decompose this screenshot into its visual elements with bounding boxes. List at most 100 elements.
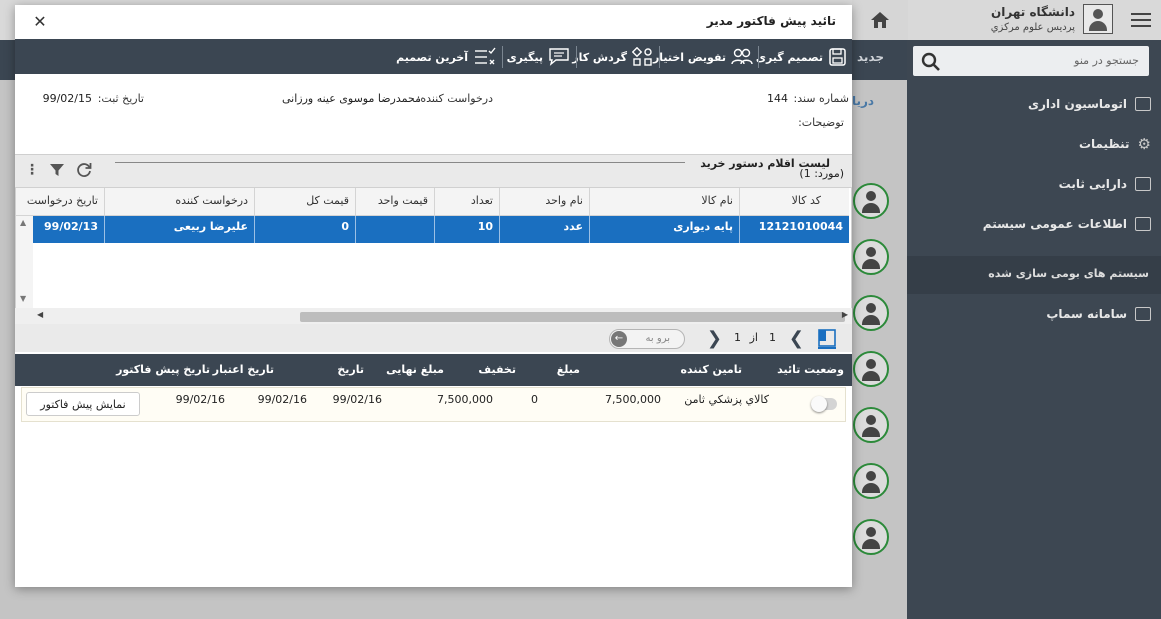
doc-number-label: شماره سند:: [793, 92, 849, 105]
grid-layout-icon[interactable]: [818, 329, 836, 349]
col-header-supplier[interactable]: تامین کننده: [680, 363, 742, 376]
avatar: [853, 183, 889, 219]
more-vertical-icon[interactable]: ⋮: [25, 162, 39, 178]
workflow-icon: [632, 47, 652, 66]
tab-new[interactable]: جدید: [857, 50, 884, 64]
col-header-date[interactable]: تاریخ: [337, 363, 364, 376]
scroll-right-icon[interactable]: ▶: [842, 310, 848, 319]
window-icon: [1135, 97, 1151, 111]
cell-date: 99/02/16: [332, 393, 382, 406]
col-header-invoice-date[interactable]: تاریخ پیش فاکتور: [116, 363, 210, 376]
table-row[interactable]: 12121010044 پایه دیواری عدد 10 0 علیرضا …: [33, 216, 849, 243]
title-divider: [115, 162, 685, 163]
col-header-total-price[interactable]: قیمت کل: [254, 188, 355, 216]
home-button[interactable]: [852, 0, 908, 40]
col-header-amount[interactable]: مبلغ: [557, 363, 580, 376]
dialog-toolbar: تصمیم گیری تفویض اختیار گردش کار پیگیری …: [15, 39, 852, 74]
checklist-icon: [475, 47, 496, 65]
sidebar-item-label: دارایی ثابت: [1058, 177, 1127, 191]
decision-label: تصمیم گیری: [755, 50, 823, 64]
window-icon: [1135, 177, 1151, 191]
sidebar-item-automation[interactable]: اتوماسیون اداری: [1028, 93, 1151, 115]
campus-name: پردیس علوم مرکزي: [990, 22, 1075, 33]
description-label: توضیحات:: [798, 116, 844, 129]
page-of-label: از: [749, 331, 758, 344]
col-header-request-date[interactable]: تاریخ درخواست: [16, 188, 104, 216]
scroll-left-icon[interactable]: ◀: [37, 310, 43, 319]
search-icon: [921, 52, 940, 71]
invoice-table-header: وضعیت تائید تامین کننده مبلغ تخفیف مبلغ …: [15, 354, 852, 386]
col-header-unit-price[interactable]: قیمت واحد: [355, 188, 434, 216]
reg-date: 99/02/15: [42, 92, 92, 105]
col-header-code[interactable]: کد کالا: [739, 188, 827, 216]
delegate-label: تفویض اختیار: [652, 50, 726, 64]
col-header-valid-date[interactable]: تاریخ اعتبار: [213, 363, 274, 376]
menu-search-input[interactable]: جستجو در منو: [913, 46, 1149, 76]
tab-inbox[interactable]: دریا: [852, 94, 874, 108]
cell-supplier: کالاي پزشکي ثامن: [684, 393, 769, 406]
current-page: 1: [769, 331, 776, 344]
last-decision-button[interactable]: آخرین تصمیم: [396, 46, 497, 68]
sidebar-item-label: اتوماسیون اداری: [1027, 97, 1127, 111]
table-row[interactable]: کالاي پزشکي ثامن 7,500,000 0 7,500,000 9…: [21, 387, 846, 422]
sidebar-section-localized[interactable]: سیستم های بومی سازی شده: [907, 256, 1161, 294]
col-header-qty[interactable]: تعداد: [434, 188, 499, 216]
filter-icon[interactable]: [49, 162, 65, 178]
university-name: دانشگاه تهران: [991, 5, 1075, 19]
doc-number: 144: [767, 92, 788, 105]
save-decision-icon: [829, 48, 846, 66]
cell-qty: 10: [434, 216, 499, 243]
scroll-up-icon[interactable]: ▲: [20, 218, 26, 227]
cell-request-date: 99/02/13: [44, 220, 98, 233]
cell-invoice-date: 99/02/16: [175, 393, 225, 406]
avatar: [853, 463, 889, 499]
close-icon[interactable]: ✕: [29, 11, 51, 33]
requester: محمدرضا موسوی عینه ورزانی: [281, 92, 421, 105]
approval-toggle[interactable]: [811, 396, 837, 412]
workflow-button[interactable]: گردش کار: [572, 46, 654, 68]
sidebar-item-settings[interactable]: ⚙ تنظیمات: [1079, 133, 1151, 155]
sidebar-item-fixed-assets[interactable]: دارایی ثابت: [1059, 173, 1151, 195]
dialog-header: تائید پیش فاکتور مدیر ✕: [15, 5, 852, 39]
avatar: [853, 519, 889, 555]
followup-button[interactable]: پیگیری: [507, 46, 570, 68]
delegate-button[interactable]: تفویض اختیار: [653, 46, 753, 68]
delegate-icon: [731, 48, 753, 65]
approval-dialog: تائید پیش فاکتور مدیر ✕ تصمیم گیری تفویض…: [15, 5, 852, 587]
sidebar-item-general-info[interactable]: اطلاعات عمومی سیستم: [983, 213, 1151, 235]
scroll-thumb[interactable]: [300, 312, 845, 322]
goto-page-input[interactable]: برو به ←: [609, 329, 685, 349]
requester-label: درخواست کننده:: [416, 92, 493, 105]
user-card: دانشگاه تهران پردیس علوم مرکزي: [953, 3, 1113, 37]
sidebar-item-samap[interactable]: سامانه سماپ: [1046, 303, 1151, 325]
monitor-icon: [1135, 217, 1151, 231]
cell-requester: علیرضا ربیعی: [104, 216, 254, 243]
vertical-scrollbar[interactable]: ▲ ▼: [16, 216, 33, 310]
prev-page-icon[interactable]: ❮: [707, 328, 722, 349]
avatar: [853, 239, 889, 275]
menu-button[interactable]: [1121, 0, 1161, 40]
refresh-icon[interactable]: [75, 161, 93, 179]
decision-button[interactable]: تصمیم گیری: [756, 46, 848, 68]
col-header-discount[interactable]: تخفیف: [478, 363, 516, 376]
horizontal-scrollbar[interactable]: ◀ ▶: [15, 308, 852, 324]
avatar: [853, 295, 889, 331]
arrow-left-icon[interactable]: ←: [611, 331, 627, 347]
user-avatar: [1083, 4, 1113, 34]
scroll-down-icon[interactable]: ▼: [20, 294, 26, 303]
search-placeholder: جستجو در منو: [1074, 54, 1139, 67]
col-header-final-amount[interactable]: مبلغ نهایی: [386, 363, 444, 376]
col-header-approval[interactable]: وضعیت تائید: [777, 363, 844, 376]
items-table: کد کالا نام کالا نام واحد تعداد قیمت واح…: [15, 187, 852, 311]
total-pages: 1: [734, 331, 741, 344]
items-grid-section: لیست اقلام دستور خرید (مورد: 1) ⋮ کد کال…: [15, 154, 852, 352]
col-header-name[interactable]: نام کالا: [589, 188, 739, 216]
show-invoice-button[interactable]: نمایش پیش فاکتور: [26, 392, 140, 416]
reg-date-label: تاریخ ثبت:: [97, 92, 144, 105]
sidebar-item-label: تنظیمات: [1078, 137, 1130, 151]
grid-tools: ⋮: [25, 161, 93, 179]
next-page-icon[interactable]: ❯: [789, 328, 804, 349]
cell-unit-price: [355, 216, 434, 243]
col-header-unit[interactable]: نام واحد: [499, 188, 589, 216]
col-header-requester[interactable]: درخواست کننده: [104, 188, 254, 216]
